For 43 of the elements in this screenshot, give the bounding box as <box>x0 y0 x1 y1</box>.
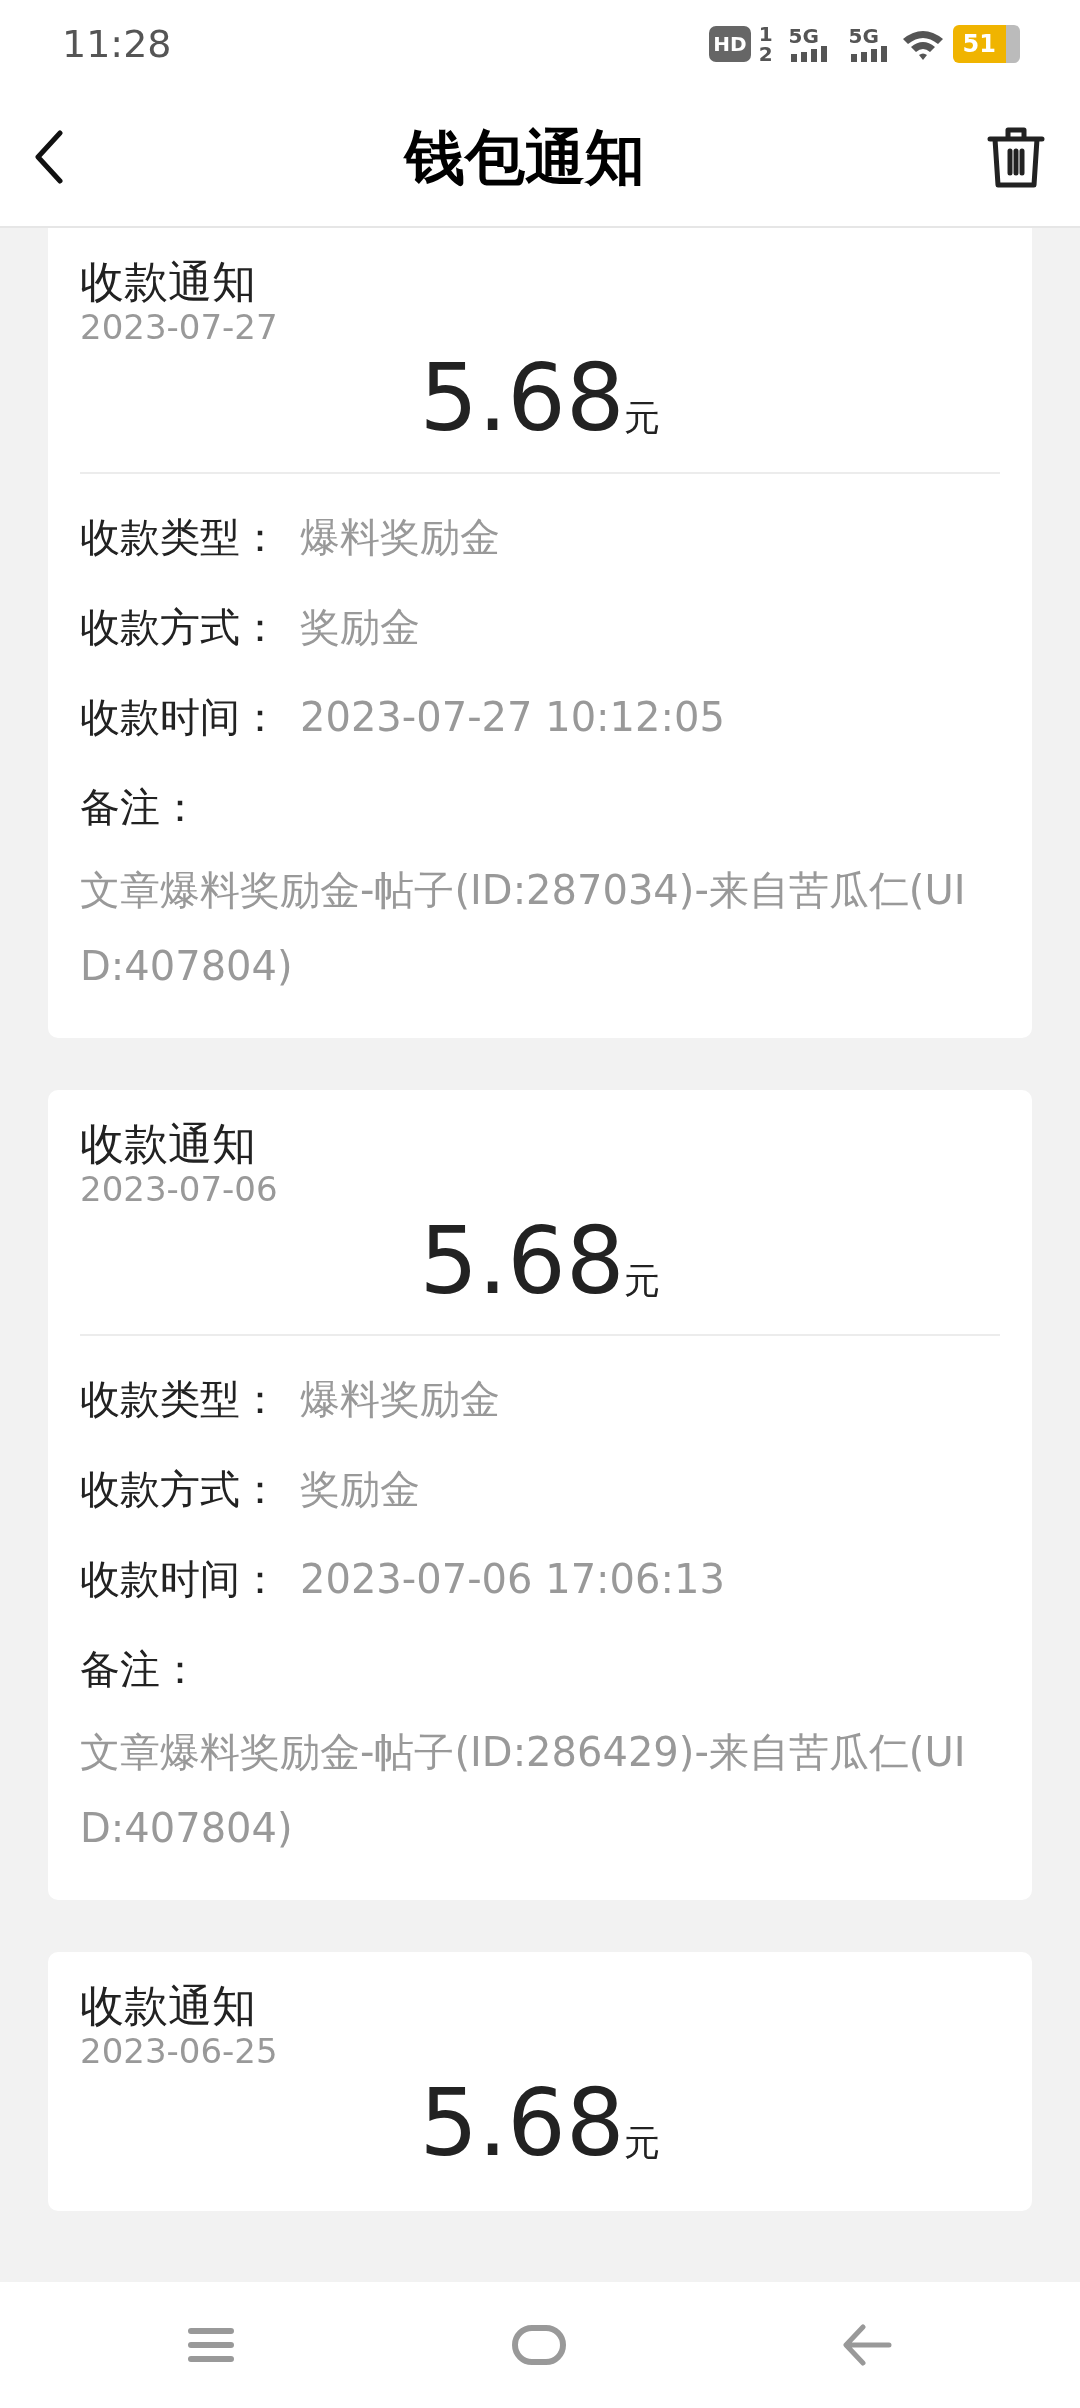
field-label: 收款类型： <box>80 1375 281 1425</box>
remark-label: 备注： <box>80 1645 201 1695</box>
battery-level: 51 <box>952 25 1020 63</box>
currency-unit: 元 <box>624 1259 661 1301</box>
menu-icon[interactable] <box>186 2325 235 2365</box>
page-title: 钱包通知 <box>405 121 645 194</box>
notification-title: 收款通知 <box>80 1117 257 1172</box>
field-value: 2023-07-27 10:12:05 <box>300 694 725 741</box>
back-arrow-icon[interactable] <box>843 2323 894 2367</box>
field-label: 收款时间： <box>80 1555 281 1605</box>
field-label: 收款时间： <box>80 693 281 743</box>
currency-unit: 元 <box>624 2121 661 2163</box>
notification-date: 2023-07-06 <box>80 1171 279 1209</box>
notification-title: 收款通知 <box>80 1979 257 2034</box>
amount: 5.68 <box>419 1207 625 1315</box>
amount: 5.68 <box>419 2069 625 2177</box>
field-value: 爆料奖励金 <box>300 1376 500 1423</box>
network-label: 5G <box>848 26 880 46</box>
remark-text: 文章爆料奖励金-帖子(ID:286429)-来自苦瓜仁(UID:407804) <box>80 1728 967 1854</box>
remark-label: 备注： <box>80 783 201 833</box>
back-icon <box>34 130 64 184</box>
delete-button[interactable] <box>986 125 1046 189</box>
home-icon[interactable] <box>512 2325 566 2365</box>
back-button[interactable] <box>34 130 64 184</box>
notification-title: 收款通知 <box>80 255 257 309</box>
currency-unit: 元 <box>624 397 661 439</box>
sim-label: 1 <box>758 24 773 44</box>
trash-icon <box>986 125 1046 189</box>
notification-date: 2023-07-27 <box>80 309 279 347</box>
field-value: 奖励金 <box>300 604 420 651</box>
hd-badge: HD <box>709 26 751 62</box>
status-time: 11:28 <box>62 20 172 68</box>
field-label: 收款方式： <box>80 1465 281 1515</box>
field-value: 爆料奖励金 <box>300 514 500 561</box>
field-value: 2023-07-06 17:06:13 <box>300 1556 725 1603</box>
amount: 5.68 <box>419 345 625 453</box>
network-label: 5G <box>788 26 820 46</box>
sim-label: 2 <box>758 44 773 64</box>
field-value: 奖励金 <box>300 1466 420 1513</box>
remark-text: 文章爆料奖励金-帖子(ID:287034)-来自苦瓜仁(UID:407804) <box>80 866 967 992</box>
field-label: 收款方式： <box>80 603 281 653</box>
notification-date: 2023-06-25 <box>80 2033 279 2071</box>
field-label: 收款类型： <box>80 513 281 563</box>
